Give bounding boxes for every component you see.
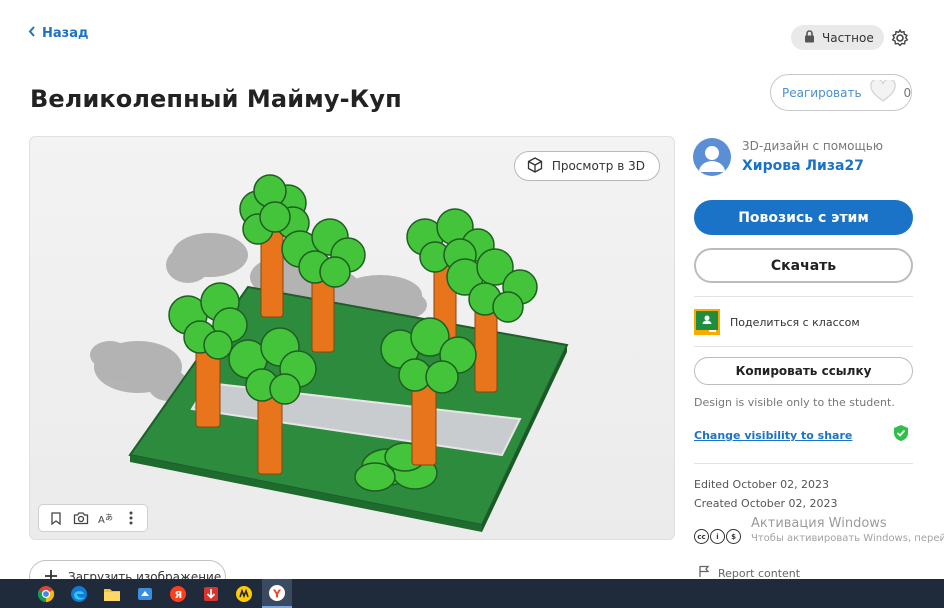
reaction-count: 0	[903, 85, 912, 100]
shield-check-icon	[892, 424, 910, 442]
lock-icon	[804, 29, 815, 46]
svg-text:Я: Я	[175, 590, 183, 601]
created-date: Created October 02, 2023	[694, 497, 838, 510]
design-scene	[90, 174, 569, 532]
windows-activation-title: Активация Windows	[751, 516, 887, 531]
page-title: Великолепный Майму-Куп	[30, 85, 402, 113]
copy-link-button[interactable]: Копировать ссылку	[694, 357, 913, 385]
back-link[interactable]: Назад	[28, 26, 88, 41]
design-viewer[interactable]: Просмотр в 3D Aあ	[29, 136, 675, 540]
divider	[694, 346, 913, 347]
cc-icon: cc	[694, 529, 709, 544]
bookmark-icon[interactable]	[46, 508, 66, 528]
translate-icon[interactable]: Aあ	[96, 508, 116, 528]
svg-text:あ: あ	[105, 513, 113, 522]
visibility-note: Design is visible only to the student.	[694, 396, 895, 409]
made-with-label: 3D-дизайн с помощью	[742, 139, 883, 153]
taskbar: Я Y	[0, 579, 944, 608]
share-class-label: Поделиться с классом	[730, 315, 860, 329]
view-3d-label: Просмотр в 3D	[551, 159, 645, 173]
app-icon[interactable]	[130, 579, 160, 608]
windows-activation-subtitle: Чтобы активировать Windows, перейдите	[751, 533, 944, 544]
privacy-badge[interactable]: Частное	[791, 25, 884, 50]
camera-icon[interactable]	[71, 508, 91, 528]
react-label: Реагировать	[782, 85, 862, 100]
svg-text:A: A	[98, 515, 105, 525]
tinker-button[interactable]: Повозись с этим	[694, 200, 913, 235]
classroom-icon	[694, 309, 720, 335]
file-explorer-icon[interactable]	[97, 579, 127, 608]
download-button[interactable]: Скачать	[694, 248, 913, 283]
share-class-button[interactable]: Поделиться с классом	[694, 309, 860, 335]
yandex-icon[interactable]: Я	[163, 579, 193, 608]
yandex-music-icon[interactable]	[229, 579, 259, 608]
report-label: Report content	[718, 566, 801, 580]
avatar[interactable]	[693, 138, 731, 176]
back-label: Назад	[42, 26, 89, 41]
divider	[694, 463, 913, 464]
heart-icon	[869, 78, 896, 105]
svg-text:Y: Y	[272, 587, 282, 600]
edited-date: Edited October 02, 2023	[694, 478, 830, 491]
edge-icon[interactable]	[64, 579, 94, 608]
gear-icon[interactable]	[890, 28, 910, 48]
author-link[interactable]: Хирова Лиза27	[742, 158, 864, 174]
download-icon[interactable]	[196, 579, 226, 608]
cube-icon	[527, 156, 543, 176]
nc-icon: $	[726, 529, 741, 544]
yandex-browser-icon[interactable]: Y	[262, 579, 292, 608]
viewer-toolbar: Aあ	[38, 504, 148, 532]
license-icons[interactable]: cc i $	[694, 529, 741, 544]
divider	[694, 296, 913, 297]
react-button[interactable]: Реагировать 0	[770, 74, 912, 111]
more-options-icon[interactable]	[121, 508, 141, 528]
chevron-left-icon	[28, 26, 36, 41]
chrome-icon[interactable]	[31, 579, 61, 608]
privacy-label: Частное	[822, 30, 874, 45]
change-visibility-link[interactable]: Change visibility to share	[694, 429, 852, 442]
by-icon: i	[710, 529, 725, 544]
view-3d-button[interactable]: Просмотр в 3D	[513, 151, 660, 181]
